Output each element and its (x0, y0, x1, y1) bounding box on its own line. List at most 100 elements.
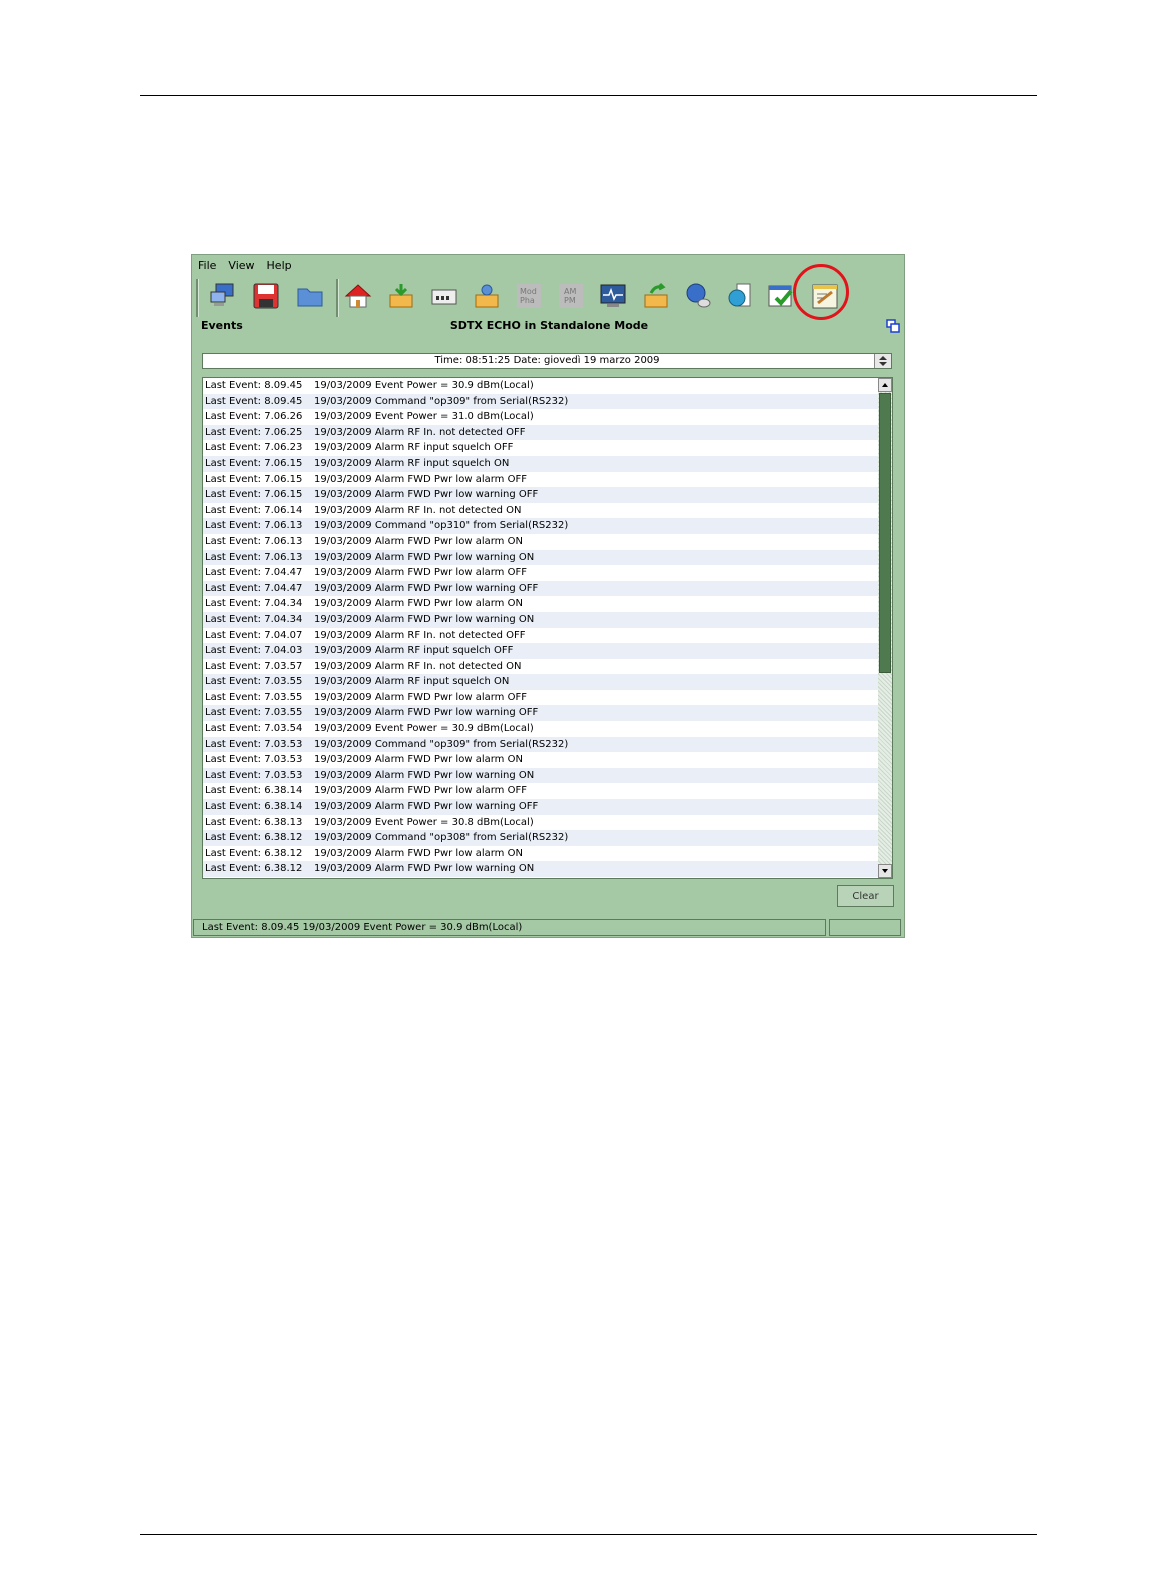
event-time: Last Event: 7.06.14 (205, 504, 303, 516)
event-row[interactable]: Last Event: 6.38.14 19/03/2009 Alarm FWD … (203, 783, 892, 799)
event-text: 19/03/2009 Alarm FWD Pwr low warning OFF (314, 801, 539, 813)
event-text: 19/03/2009 Alarm FWD Pwr low alarm OFF (314, 473, 527, 485)
event-row[interactable]: Last Event: 7.06.13 19/03/2009 Alarm FWD … (203, 534, 892, 550)
event-text: 19/03/2009 Alarm RF In. not detected OFF (314, 629, 526, 641)
event-text: 19/03/2009 Alarm RF input squelch OFF (314, 645, 514, 657)
event-text: 19/03/2009 Event Power = 31.0 dBm(Local) (314, 411, 534, 423)
event-time: Last Event: 7.03.53 (205, 754, 303, 766)
event-row[interactable]: Last Event: 7.03.53 19/03/2009 Alarm FWD … (203, 767, 892, 784)
status-bar-secondary (829, 919, 901, 936)
scroll-up-button[interactable] (878, 378, 892, 392)
restore-window-icon[interactable] (886, 319, 900, 333)
event-time: Last Event: 6.38.12 (205, 832, 303, 844)
event-row[interactable]: Last Event: 7.03.57 19/03/2009 Alarm RF I… (203, 659, 892, 675)
time-date-bar: Time: 08:51:25 Date: giovedì 19 marzo 20… (202, 353, 892, 369)
event-time: Last Event: 7.03.55 (205, 707, 303, 719)
event-row[interactable]: Last Event: 7.06.15 19/03/2009 Alarm RF i… (203, 455, 892, 472)
mod-label: Mod (520, 287, 537, 296)
event-text: 19/03/2009 Alarm FWD Pwr low warning ON (314, 551, 535, 563)
event-row[interactable]: Last Event: 6.38.12 19/03/2009 Command "o… (203, 830, 892, 846)
highlight-circle (793, 264, 849, 320)
menu-help[interactable]: Help (267, 257, 292, 275)
event-row[interactable]: Last Event: 7.06.15 19/03/2009 Alarm FWD … (203, 487, 892, 503)
event-row[interactable]: Last Event: 7.03.54 19/03/2009 Event Powe… (203, 721, 892, 737)
download-box-icon[interactable] (384, 279, 418, 313)
event-time: Last Event: 7.03.53 (205, 738, 303, 750)
folder-icon[interactable] (293, 279, 327, 313)
event-text: 19/03/2009 Alarm RF In. not detected OFF (314, 426, 526, 438)
event-text: 19/03/2009 Alarm FWD Pwr low alarm OFF (314, 785, 527, 797)
events-rows: Last Event: 8.09.45 19/03/2009 Event Powe… (203, 378, 892, 877)
event-text: 19/03/2009 Alarm FWD Pwr low alarm ON (314, 847, 523, 859)
home-icon[interactable] (341, 279, 375, 313)
event-row[interactable]: Last Event: 6.38.14 19/03/2009 Alarm FWD … (203, 799, 892, 815)
events-scrollbar[interactable] (878, 378, 892, 878)
event-row[interactable]: Last Event: 7.04.47 19/03/2009 Alarm FWD … (203, 580, 892, 597)
event-row[interactable]: Last Event: 7.06.14 19/03/2009 Alarm RF I… (203, 503, 892, 519)
event-text: 19/03/2009 Event Power = 30.9 dBm(Local) (314, 723, 534, 735)
event-row[interactable]: Last Event: 7.06.23 19/03/2009 Alarm RF i… (203, 440, 892, 456)
event-row[interactable]: Last Event: 7.03.55 19/03/2009 Alarm FWD … (203, 705, 892, 722)
settings-box-icon[interactable] (470, 279, 504, 313)
time-spinner[interactable] (874, 354, 891, 368)
keyboard-icon[interactable] (427, 279, 461, 313)
event-row[interactable]: Last Event: 7.03.53 19/03/2009 Command "o… (203, 736, 892, 753)
event-row[interactable]: Last Event: 6.38.13 19/03/2009 Event Powe… (203, 815, 892, 831)
upload-box-icon[interactable] (639, 279, 673, 313)
scroll-down-button[interactable] (878, 864, 892, 878)
am-pm-icon[interactable]: AM PM (554, 279, 588, 313)
event-row[interactable]: Last Event: 6.38.12 19/03/2009 Alarm FWD … (203, 861, 892, 877)
event-row[interactable]: Last Event: 7.03.55 19/03/2009 Alarm RF i… (203, 674, 892, 690)
event-text: 19/03/2009 Alarm FWD Pwr low warning OFF (314, 582, 539, 594)
event-text: 19/03/2009 Alarm FWD Pwr low warning ON (314, 769, 535, 781)
event-row[interactable]: Last Event: 7.03.55 19/03/2009 Alarm FWD … (203, 690, 892, 706)
event-text: 19/03/2009 Alarm FWD Pwr low alarm OFF (314, 567, 527, 579)
event-text: 19/03/2009 Alarm RF input squelch OFF (314, 442, 514, 454)
status-bar: Last Event: 8.09.45 19/03/2009 Event Pow… (193, 919, 826, 936)
event-time: Last Event: 6.38.13 (205, 816, 303, 828)
event-row[interactable]: Last Event: 8.09.45 19/03/2009 Command "o… (203, 393, 892, 410)
event-time: Last Event: 7.03.53 (205, 769, 303, 781)
event-row[interactable]: Last Event: 7.03.53 19/03/2009 Alarm FWD … (203, 752, 892, 768)
pm-label: PM (564, 296, 576, 305)
toolbar: Mod Pha AM PM (196, 279, 896, 317)
page-bottom-rule (140, 1534, 1037, 1535)
event-row[interactable]: Last Event: 8.09.45 19/03/2009 Event Powe… (203, 378, 892, 394)
event-text: 19/03/2009 Alarm FWD Pwr low alarm ON (314, 754, 523, 766)
globe-user-icon[interactable] (681, 279, 715, 313)
event-time: Last Event: 7.06.15 (205, 457, 303, 469)
event-time: Last Event: 7.03.57 (205, 660, 303, 672)
event-row[interactable]: Last Event: 7.06.13 19/03/2009 Command "o… (203, 518, 892, 534)
event-row[interactable]: Last Event: 7.04.34 19/03/2009 Alarm FWD … (203, 596, 892, 612)
event-row[interactable]: Last Event: 7.06.25 19/03/2009 Alarm RF I… (203, 424, 892, 441)
event-text: 19/03/2009 Alarm FWD Pwr low warning ON (314, 613, 535, 625)
event-row[interactable]: Last Event: 7.04.03 19/03/2009 Alarm RF i… (203, 643, 892, 659)
event-text: 19/03/2009 Alarm FWD Pwr low alarm ON (314, 535, 523, 547)
menu-file[interactable]: File (198, 257, 216, 275)
save-icon[interactable] (249, 279, 283, 313)
event-text: 19/03/2009 Alarm RF In. not detected ON (314, 660, 522, 672)
event-row[interactable]: Last Event: 7.06.15 19/03/2009 Alarm FWD … (203, 472, 892, 488)
globe-doc-icon[interactable] (723, 279, 757, 313)
mod-pha-icon[interactable]: Mod Pha (512, 279, 546, 313)
event-time: Last Event: 6.38.14 (205, 801, 303, 813)
scroll-thumb[interactable] (879, 393, 891, 673)
monitor-icon[interactable] (596, 279, 630, 313)
event-row[interactable]: Last Event: 7.04.47 19/03/2009 Alarm FWD … (203, 565, 892, 581)
window-title: SDTX ECHO in Standalone Mode (449, 319, 649, 332)
event-text: 19/03/2009 Alarm FWD Pwr low alarm ON (314, 598, 523, 610)
events-list[interactable]: Last Event: 8.09.45 19/03/2009 Event Powe… (202, 377, 893, 879)
event-time: Last Event: 7.06.13 (205, 520, 303, 532)
menu-view[interactable]: View (228, 257, 254, 275)
menu-bar: File View Help (198, 257, 292, 275)
event-row[interactable]: Last Event: 7.06.26 19/03/2009 Event Powe… (203, 409, 892, 425)
event-row[interactable]: Last Event: 7.04.34 19/03/2009 Alarm FWD … (203, 611, 892, 628)
event-time: Last Event: 7.06.23 (205, 442, 303, 454)
clear-button[interactable]: Clear (837, 885, 894, 907)
event-row[interactable]: Last Event: 7.06.13 19/03/2009 Alarm FWD … (203, 549, 892, 566)
event-row[interactable]: Last Event: 7.04.07 19/03/2009 Alarm RF I… (203, 628, 892, 644)
event-row[interactable]: Last Event: 6.38.12 19/03/2009 Alarm FWD … (203, 846, 892, 862)
event-text: 19/03/2009 Alarm RF In. not detected ON (314, 504, 522, 516)
computer-icon[interactable] (206, 279, 240, 313)
event-time: Last Event: 7.04.47 (205, 567, 303, 579)
